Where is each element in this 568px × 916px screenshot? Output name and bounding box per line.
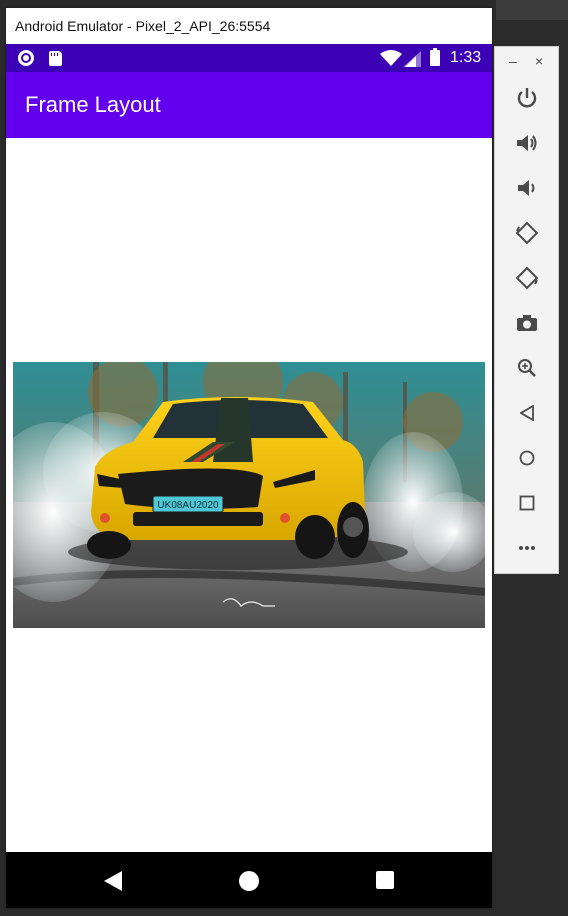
- wifi-icon: [380, 50, 402, 66]
- status-bar: 1:33: [6, 44, 492, 72]
- plate-text: UK08AU2020: [157, 500, 219, 511]
- window-title: Android Emulator - Pixel_2_API_26:5554: [6, 8, 492, 44]
- zoom-icon: [518, 359, 536, 377]
- panel-home-button[interactable]: [511, 442, 543, 474]
- volume-down-button[interactable]: [511, 172, 543, 204]
- zoom-button[interactable]: [511, 352, 543, 384]
- notification-dot-icon: [18, 50, 34, 66]
- overview-icon: [519, 495, 535, 511]
- nav-back-button[interactable]: [104, 871, 122, 891]
- car-image: UK08AU2020: [13, 362, 485, 628]
- rotate-left-button[interactable]: [511, 217, 543, 249]
- volume-down-icon: [518, 180, 535, 196]
- screenshot-button[interactable]: [511, 307, 543, 339]
- nav-recents-button[interactable]: [376, 871, 394, 889]
- app-bar: Frame Layout: [6, 72, 492, 138]
- sd-card-icon: [49, 51, 62, 66]
- power-button[interactable]: [511, 82, 543, 114]
- power-icon: [517, 88, 537, 108]
- rotate-right-button[interactable]: [511, 262, 543, 294]
- panel-back-button[interactable]: [511, 397, 543, 429]
- home-icon: [519, 450, 535, 466]
- battery-icon: [430, 48, 440, 66]
- app-title: Frame Layout: [25, 92, 161, 117]
- volume-up-icon: [517, 135, 537, 151]
- rotate-right-icon: [515, 266, 539, 290]
- panel-overview-button[interactable]: [511, 487, 543, 519]
- rotate-left-icon: [515, 221, 539, 245]
- emulator-window: Android Emulator - Pixel_2_API_26:5554 1…: [6, 8, 492, 908]
- back-icon: [520, 405, 534, 421]
- desktop-strip: [496, 0, 568, 20]
- frame-layout-content: UK08AU2020: [6, 138, 492, 852]
- minimize-icon[interactable]: –: [509, 53, 517, 69]
- more-icon: [519, 546, 535, 550]
- nav-home-button[interactable]: [239, 871, 259, 891]
- camera-icon: [517, 315, 537, 331]
- volume-up-button[interactable]: [511, 127, 543, 159]
- emulator-side-panel: – ×: [494, 46, 559, 574]
- signal-icon: [403, 51, 421, 67]
- navigation-bar: [6, 852, 492, 908]
- car-photo-drawing: UK08AU2020: [13, 362, 485, 628]
- status-time: 1:33: [450, 49, 482, 66]
- close-icon[interactable]: ×: [535, 53, 543, 69]
- more-button[interactable]: [511, 532, 543, 564]
